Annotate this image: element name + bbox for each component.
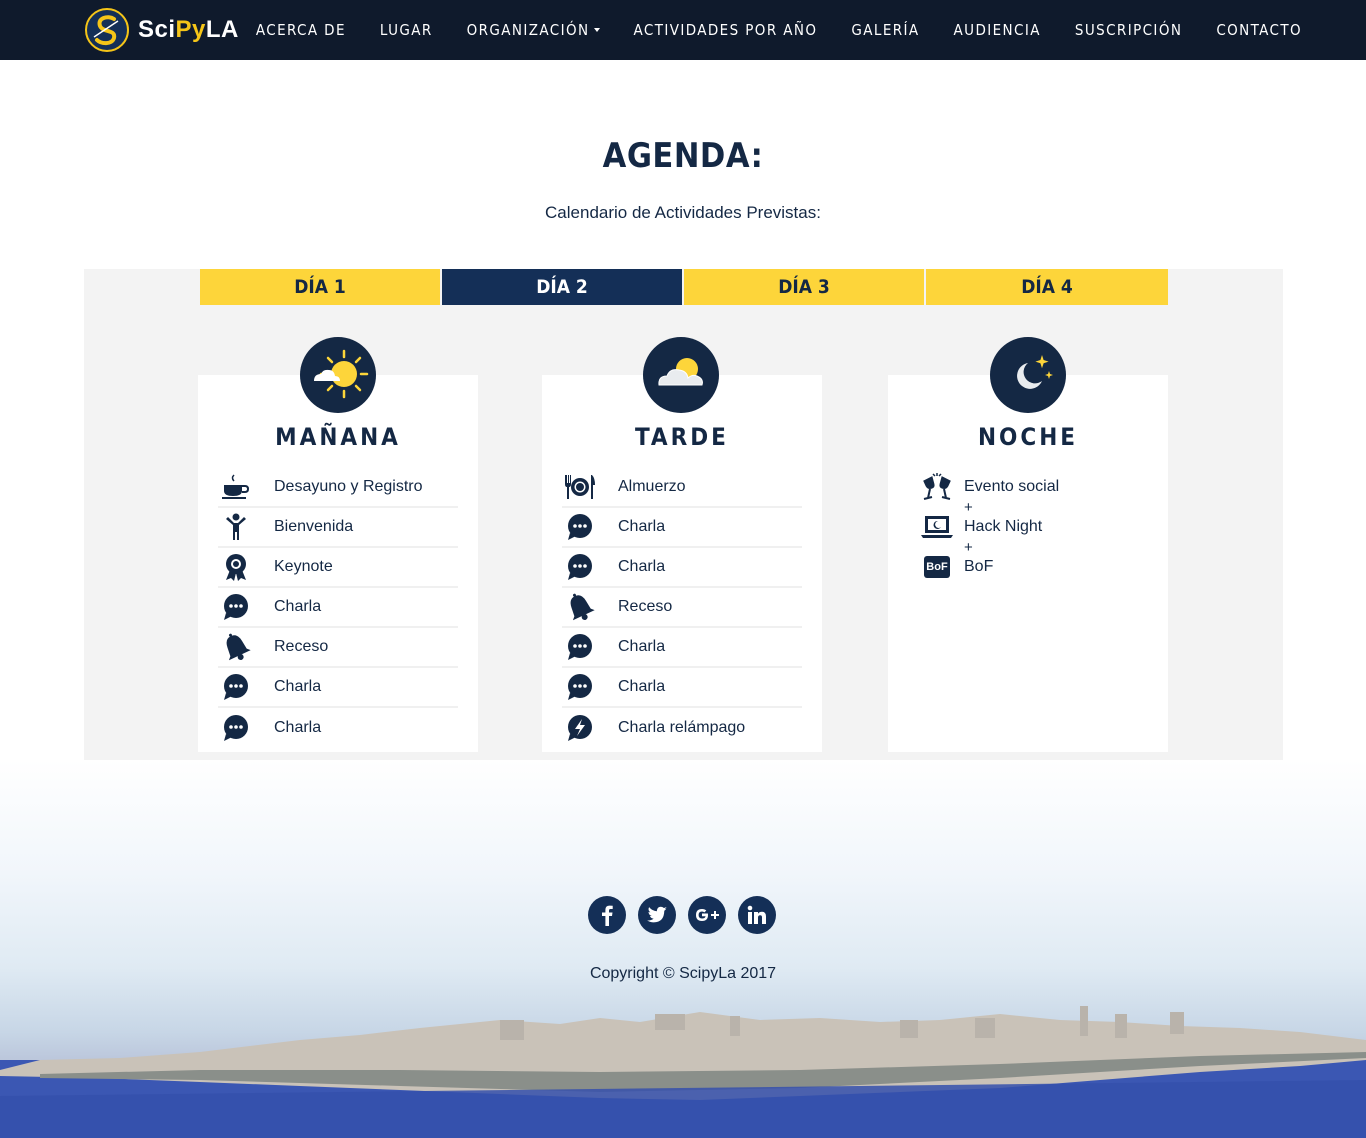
nav-contacto[interactable]: CONTACTO: [1216, 21, 1302, 39]
item-label: Charla: [618, 678, 666, 695]
top-navbar: SciPyLA ACERCA DE LUGAR ORGANIZACIÓN ACT…: [0, 0, 1366, 60]
session-card-morning: MAÑANA Desayuno y Registro Bienvenida Ke…: [198, 375, 478, 752]
session-card-afternoon: TARDE Almuerzo Charla Charla Receso Char…: [542, 375, 822, 752]
item-label: Receso: [274, 638, 329, 655]
tab-dia-3[interactable]: DÍA 3: [684, 269, 926, 305]
list-item: Keynote: [218, 548, 458, 588]
list-item: Charla: [562, 668, 802, 708]
session-title: NOCHE: [977, 423, 1079, 451]
item-label: Charla: [274, 598, 322, 615]
facebook-icon[interactable]: [588, 896, 626, 934]
tab-dia-1[interactable]: DÍA 1: [200, 269, 442, 305]
list-item: Hack Night: [920, 516, 1140, 538]
bell-icon: [562, 592, 598, 622]
list-item: Charla: [562, 508, 802, 548]
tab-dia-2[interactable]: DÍA 2: [442, 269, 684, 305]
copyright-text: Copyright © ScipyLa 2017: [589, 965, 777, 982]
session-items: Desayuno y Registro Bienvenida Keynote C…: [218, 468, 458, 748]
twitter-icon[interactable]: [638, 896, 676, 934]
nav-lugar[interactable]: LUGAR: [380, 21, 433, 39]
list-item: Charla: [562, 628, 802, 668]
scipyla-logo-icon: [85, 8, 129, 52]
list-item: Evento social: [920, 473, 1140, 500]
session-items: Evento social + Hack Night + BoF BoF: [920, 473, 1140, 578]
page-title: AGENDA:: [602, 136, 764, 176]
item-label: Charla relámpago: [618, 719, 746, 736]
coffee-icon: [218, 472, 254, 502]
item-label: Charla: [618, 518, 666, 535]
lightning-icon: [562, 713, 598, 743]
main-nav: ACERCA DE LUGAR ORGANIZACIÓN ACTIVIDADES…: [256, 0, 1302, 60]
chat-icon: [562, 632, 598, 662]
list-item: BoF BoF: [920, 556, 1140, 578]
list-item: Charla: [218, 708, 458, 748]
item-label: Receso: [618, 598, 673, 615]
session-card-night: NOCHE Evento social + Hack Night + BoF B…: [888, 375, 1168, 752]
medal-icon: [218, 552, 254, 582]
item-label: Charla: [618, 638, 666, 655]
item-label: Charla: [274, 719, 322, 736]
linkedin-icon[interactable]: [738, 896, 776, 934]
chat-icon: [218, 713, 254, 743]
session-title: MAÑANA: [275, 423, 401, 451]
session-title: TARDE: [635, 423, 729, 451]
chat-icon: [218, 672, 254, 702]
chat-icon: [562, 512, 598, 542]
item-label: Charla: [618, 558, 666, 575]
list-item: Receso: [218, 628, 458, 668]
list-item: Bienvenida: [218, 508, 458, 548]
nav-actividades-por-ano[interactable]: ACTIVIDADES POR AÑO: [634, 21, 818, 39]
nav-organizacion-label: ORGANIZACIÓN: [466, 21, 590, 39]
item-label: Hack Night: [964, 518, 1043, 535]
social-links: [588, 896, 776, 934]
list-item: Charla: [218, 668, 458, 708]
item-label: Charla: [274, 678, 322, 695]
chat-icon: [218, 592, 254, 622]
list-item: Charla: [562, 548, 802, 588]
day-tabs: DÍA 1 DÍA 2 DÍA 3 DÍA 4: [200, 269, 1168, 305]
google-plus-icon[interactable]: [688, 896, 726, 934]
tab-dia-4[interactable]: DÍA 4: [926, 269, 1168, 305]
nav-galeria[interactable]: GALERÍA: [851, 21, 919, 39]
item-label: BoF: [964, 558, 994, 575]
session-items: Almuerzo Charla Charla Receso Charla Cha…: [562, 468, 802, 748]
item-label: Almuerzo: [618, 478, 686, 495]
brand-name: SciPyLA: [138, 16, 239, 43]
item-label: Bienvenida: [274, 518, 354, 535]
bof-icon: BoF: [920, 552, 954, 582]
page-subtitle: Calendario de Actividades Previstas:: [545, 203, 821, 222]
person-icon: [218, 512, 254, 542]
item-label: Desayuno y Registro: [274, 478, 423, 495]
chat-icon: [562, 672, 598, 702]
sun-cloud-icon: [300, 337, 376, 413]
item-label: Keynote: [274, 558, 333, 575]
list-item: Charla: [218, 588, 458, 628]
list-item: Almuerzo: [562, 468, 802, 508]
laptop-icon: [920, 512, 954, 542]
nav-organizacion-dropdown[interactable]: ORGANIZACIÓN: [467, 21, 600, 39]
list-item: Desayuno y Registro: [218, 468, 458, 508]
nav-audiencia[interactable]: AUDIENCIA: [954, 21, 1041, 39]
item-label: Evento social: [964, 478, 1060, 495]
cutlery-icon: [562, 472, 598, 502]
cheers-icon: [920, 472, 954, 502]
nav-acerca-de[interactable]: ACERCA DE: [256, 21, 346, 39]
caret-down-icon: [593, 28, 600, 32]
list-item: Receso: [562, 588, 802, 628]
moon-stars-icon: [990, 337, 1066, 413]
bell-icon: [218, 632, 254, 662]
havana-skyline-image: [0, 1006, 1366, 1138]
brand-logo-link[interactable]: SciPyLA: [84, 7, 239, 53]
list-item: Charla relámpago: [562, 708, 802, 748]
chat-icon: [562, 552, 598, 582]
nav-suscripcion[interactable]: SUSCRIPCIÓN: [1075, 21, 1182, 39]
cloud-sun-icon: [643, 337, 719, 413]
